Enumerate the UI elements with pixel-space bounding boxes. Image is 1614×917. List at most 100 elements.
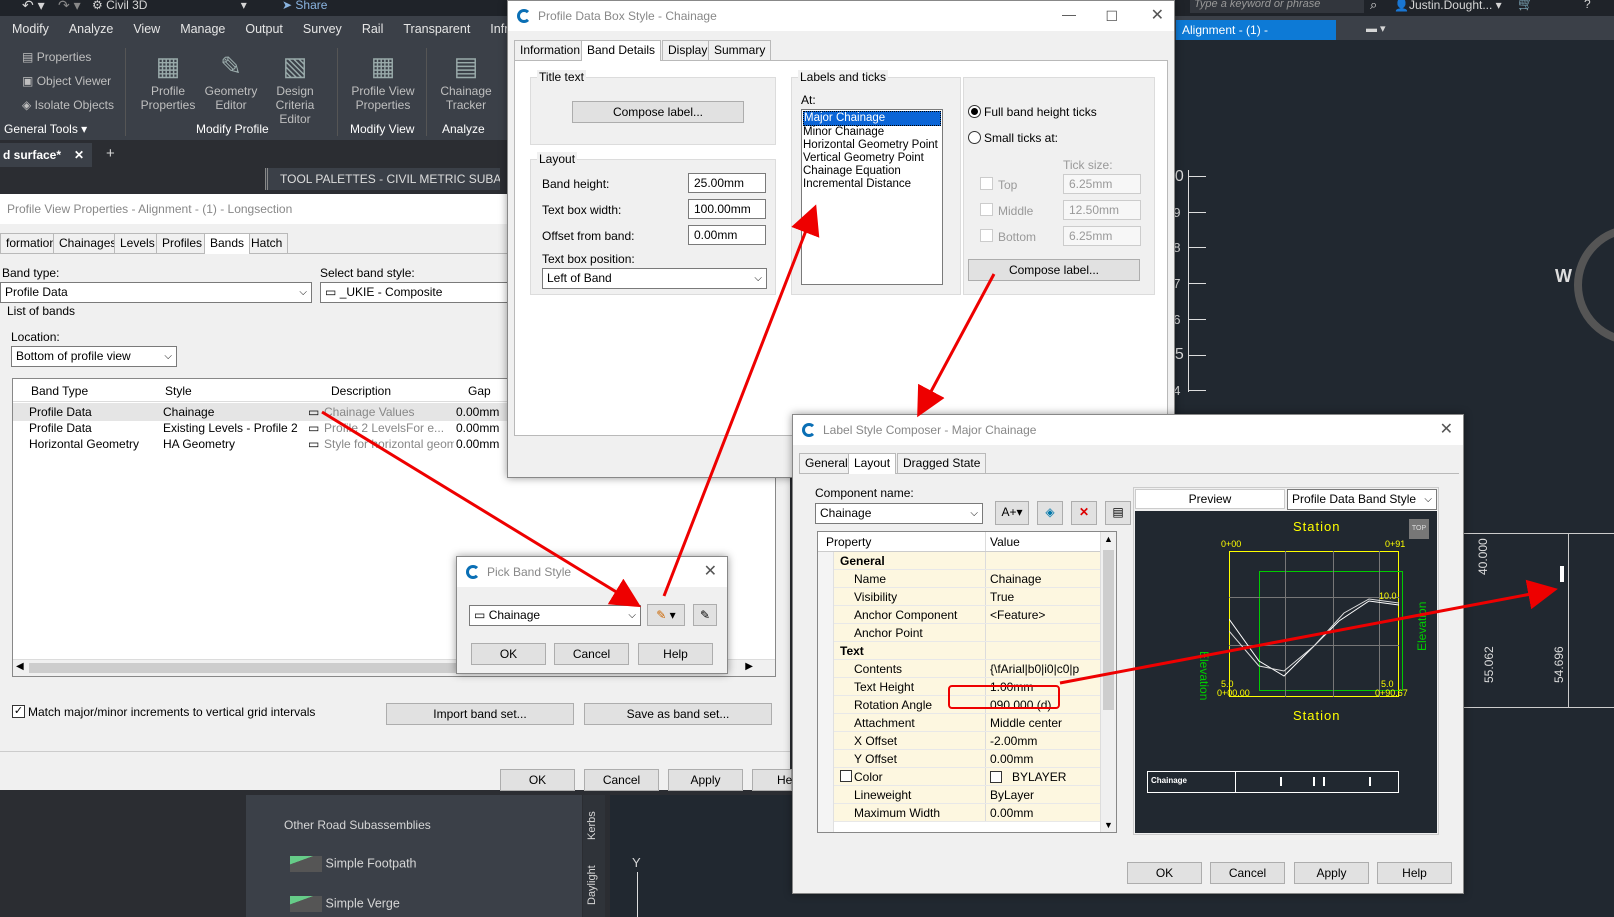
palette-item-verge[interactable]: Simple Verge	[290, 896, 400, 912]
pbs-browse-button[interactable]: ✎	[693, 604, 717, 626]
tab-general[interactable]: General	[799, 453, 854, 473]
list-item[interactable]: Vertical Geometry Point	[803, 152, 941, 165]
menu-analyze[interactable]: Analyze	[69, 22, 113, 36]
band-style-icon[interactable]: ▭	[308, 421, 319, 435]
menu-view[interactable]: View	[133, 22, 160, 36]
import-band-set-button[interactable]: Import band set...	[386, 703, 574, 725]
location-select[interactable]: Bottom of profile view ⌵	[11, 346, 177, 367]
bottom-checkbox[interactable]	[980, 229, 993, 242]
search-input[interactable]: Type a keyword or phrase	[1190, 0, 1364, 13]
tab-chainages[interactable]: Chainages	[53, 233, 123, 253]
ribbon-geometry-editor[interactable]: ✎ Geometry Editor	[203, 48, 259, 112]
full-band-radio[interactable]	[968, 105, 981, 118]
maximize-icon[interactable]: ☐	[1105, 1, 1118, 31]
prop-row[interactable]: Visibility True	[818, 588, 1116, 606]
tab-layout[interactable]: Layout	[848, 453, 897, 474]
ribbon-profile-view-properties[interactable]: ▦ Profile View Properties	[350, 48, 416, 112]
tab-bands[interactable]: Bands	[204, 233, 251, 254]
text-box-position-select[interactable]: Left of Band ⌵	[542, 268, 767, 289]
side-tab-daylight[interactable]: Daylight	[586, 865, 598, 905]
prop-row[interactable]: Color BYLAYER	[818, 768, 1116, 786]
v-scrollbar[interactable]: ▲ ▼	[1100, 532, 1116, 832]
scroll-thumb[interactable]	[29, 663, 489, 673]
pvp-cancel-button[interactable]: Cancel	[584, 769, 659, 791]
user-menu[interactable]: 👤Justin.Dought... ▾	[1394, 0, 1502, 12]
component-name-select[interactable]: Chainage ⌵	[815, 503, 983, 524]
menu-survey[interactable]: Survey	[303, 22, 342, 36]
scroll-right-icon[interactable]: ▶	[745, 661, 753, 672]
help-icon[interactable]: ?	[1584, 0, 1591, 11]
middle-checkbox[interactable]	[980, 203, 993, 216]
pvp-ok-button[interactable]: OK	[500, 769, 575, 791]
preview-canvas[interactable]: TOP Station 0+00 0+91 Elevation Elevatio…	[1135, 511, 1437, 833]
col-style[interactable]: Style	[165, 384, 192, 398]
color-checkbox[interactable]	[840, 770, 852, 782]
view-top-button[interactable]: TOP	[1409, 519, 1429, 539]
ribbon-isolate[interactable]: ◈ Isolate Objects	[22, 98, 114, 112]
bottom-tick-input[interactable]: 6.25mm	[1063, 226, 1141, 246]
list-item[interactable]: Minor Chainage	[803, 126, 941, 139]
tab-band-details[interactable]: Band Details	[581, 40, 662, 61]
match-checkbox[interactable]: ✓	[12, 705, 25, 718]
prop-row[interactable]: Maximum Width 0.00mm	[818, 804, 1116, 822]
add-component-button[interactable]: A+▾	[995, 501, 1029, 525]
color-swatch[interactable]	[990, 771, 1002, 783]
prop-row[interactable]: Anchor Point	[818, 624, 1116, 642]
drawing-tab[interactable]: Alignment - (1) - Longsection	[1176, 20, 1336, 57]
ribbon-chainage-tracker[interactable]: ▤ Chainage Tracker	[436, 48, 496, 112]
col-band-type[interactable]: Band Type	[31, 384, 88, 398]
small-ticks-radio[interactable]	[968, 131, 981, 144]
compose-label-ticks-button[interactable]: Compose label...	[968, 259, 1140, 281]
prop-row[interactable]: Anchor Component <Feature>	[818, 606, 1116, 624]
redo-icon[interactable]: ↷ ▾	[58, 0, 81, 14]
menu-rail[interactable]: Rail	[362, 22, 384, 36]
compose-label-button[interactable]: Compose label...	[572, 101, 744, 123]
pbs-ok-button[interactable]: OK	[471, 643, 546, 665]
search-icon[interactable]: ⌕	[1370, 0, 1377, 13]
band-style-icon[interactable]: ▭	[308, 437, 319, 451]
close-icon[interactable]: ✕	[704, 557, 717, 587]
draw-order-button[interactable]: ▤	[1105, 501, 1131, 525]
ribbon-object-viewer[interactable]: ▣ Object Viewer	[22, 74, 111, 88]
share-button[interactable]: ➤ Share	[282, 0, 327, 12]
prop-row[interactable]: Y Offset 0.00mm	[818, 750, 1116, 768]
ribbon-properties[interactable]: ▤ Properties	[22, 50, 91, 64]
lsc-ok-button[interactable]: OK	[1127, 862, 1202, 884]
col-gap[interactable]: Gap	[468, 384, 491, 398]
tab-summary[interactable]: Summary	[708, 40, 772, 60]
band-height-input[interactable]: 25.00mm	[688, 173, 766, 193]
panel-toggle-icon[interactable]: ▬ ▾	[1366, 22, 1386, 35]
group-text[interactable]: ⊟Text	[818, 642, 1116, 660]
band-type-select[interactable]: Profile Data ⌵	[0, 282, 312, 303]
menu-transparent[interactable]: Transparent	[403, 22, 470, 36]
pbs-help-button[interactable]: Help	[638, 643, 713, 665]
ribbon-design-criteria[interactable]: ▧ Design Criteria Editor	[262, 48, 328, 126]
workspace-switch[interactable]: ⚙ Civil 3D ▾	[92, 0, 247, 12]
menu-manage[interactable]: Manage	[180, 22, 225, 36]
tab-information[interactable]: Information	[514, 40, 587, 60]
text-box-width-input[interactable]: 100.00mm	[688, 199, 766, 219]
at-listbox[interactable]: Major Chainage Minor Chainage Horizontal…	[801, 109, 943, 285]
lsc-cancel-button[interactable]: Cancel	[1210, 862, 1285, 884]
tab-display[interactable]: Display	[662, 40, 714, 60]
ribbon-profile-properties[interactable]: ▦ Profile Properties	[140, 48, 196, 112]
copy-component-button[interactable]: ◈	[1037, 501, 1063, 525]
undo-icon[interactable]: ↶ ▾	[22, 0, 45, 14]
band-style-icon[interactable]: ▭	[308, 405, 319, 419]
group-general[interactable]: ⊟General	[818, 552, 1116, 570]
list-item[interactable]: Incremental Distance	[803, 178, 941, 191]
scroll-left-icon[interactable]: ◀	[16, 661, 24, 672]
close-icon[interactable]: ✕	[1151, 1, 1164, 31]
tab-profiles[interactable]: Profiles	[156, 233, 209, 253]
list-item[interactable]: Major Chainage	[803, 111, 941, 126]
doc-tab[interactable]: d surface* ✕	[0, 143, 92, 167]
prop-row[interactable]: Name Chainage	[818, 570, 1116, 588]
band-style-select[interactable]: ▭ _UKIE - Composite	[320, 282, 510, 303]
pvp-help-button[interactable]: He	[752, 769, 792, 791]
close-icon[interactable]: ✕	[1440, 415, 1453, 445]
menu-modify[interactable]: Modify	[12, 22, 49, 36]
prop-row[interactable]: Attachment Middle center	[818, 714, 1116, 732]
cart-icon[interactable]: 🛒	[1518, 0, 1533, 11]
ribbon-general-tools[interactable]: General Tools ▾	[4, 122, 87, 136]
menu-output[interactable]: Output	[245, 22, 283, 36]
